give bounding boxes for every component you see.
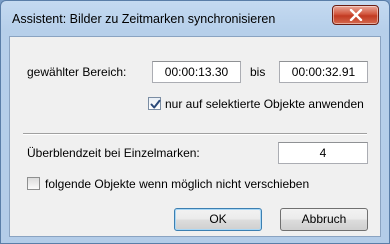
cancel-button[interactable]: Abbruch [280, 208, 368, 231]
title-bar[interactable]: Assistent: Bilder zu Zeitmarken synchron… [1, 1, 389, 37]
selected-only-label: nur auf selektierte Objekte anwenden [165, 97, 364, 111]
range-separator-label: bis [250, 65, 266, 79]
dialog-window: Assistent: Bilder zu Zeitmarken synchron… [0, 0, 390, 244]
crossfade-label: Überblendzeit bei Einzelmarken: [27, 146, 200, 160]
range-label: gewählter Bereich: [27, 65, 127, 79]
crossfade-field[interactable]: 4 [278, 142, 368, 164]
checkmark-icon [150, 99, 161, 109]
dialog-content: gewählter Bereich: 00:00:13.30 bis 00:00… [9, 36, 381, 237]
range-start-field[interactable]: 00:00:13.30 [152, 61, 241, 83]
range-end-field[interactable]: 00:00:32.91 [279, 61, 368, 83]
window-title: Assistent: Bilder zu Zeitmarken synchron… [12, 12, 276, 26]
separator-line [23, 133, 367, 135]
dont-move-checkbox[interactable] [27, 177, 40, 190]
dont-move-label: folgende Objekte wenn möglich nicht vers… [45, 177, 310, 191]
close-x-icon [349, 9, 363, 21]
ok-button[interactable]: OK [174, 208, 262, 231]
selected-only-checkbox[interactable] [148, 97, 161, 110]
close-button[interactable] [332, 5, 379, 25]
